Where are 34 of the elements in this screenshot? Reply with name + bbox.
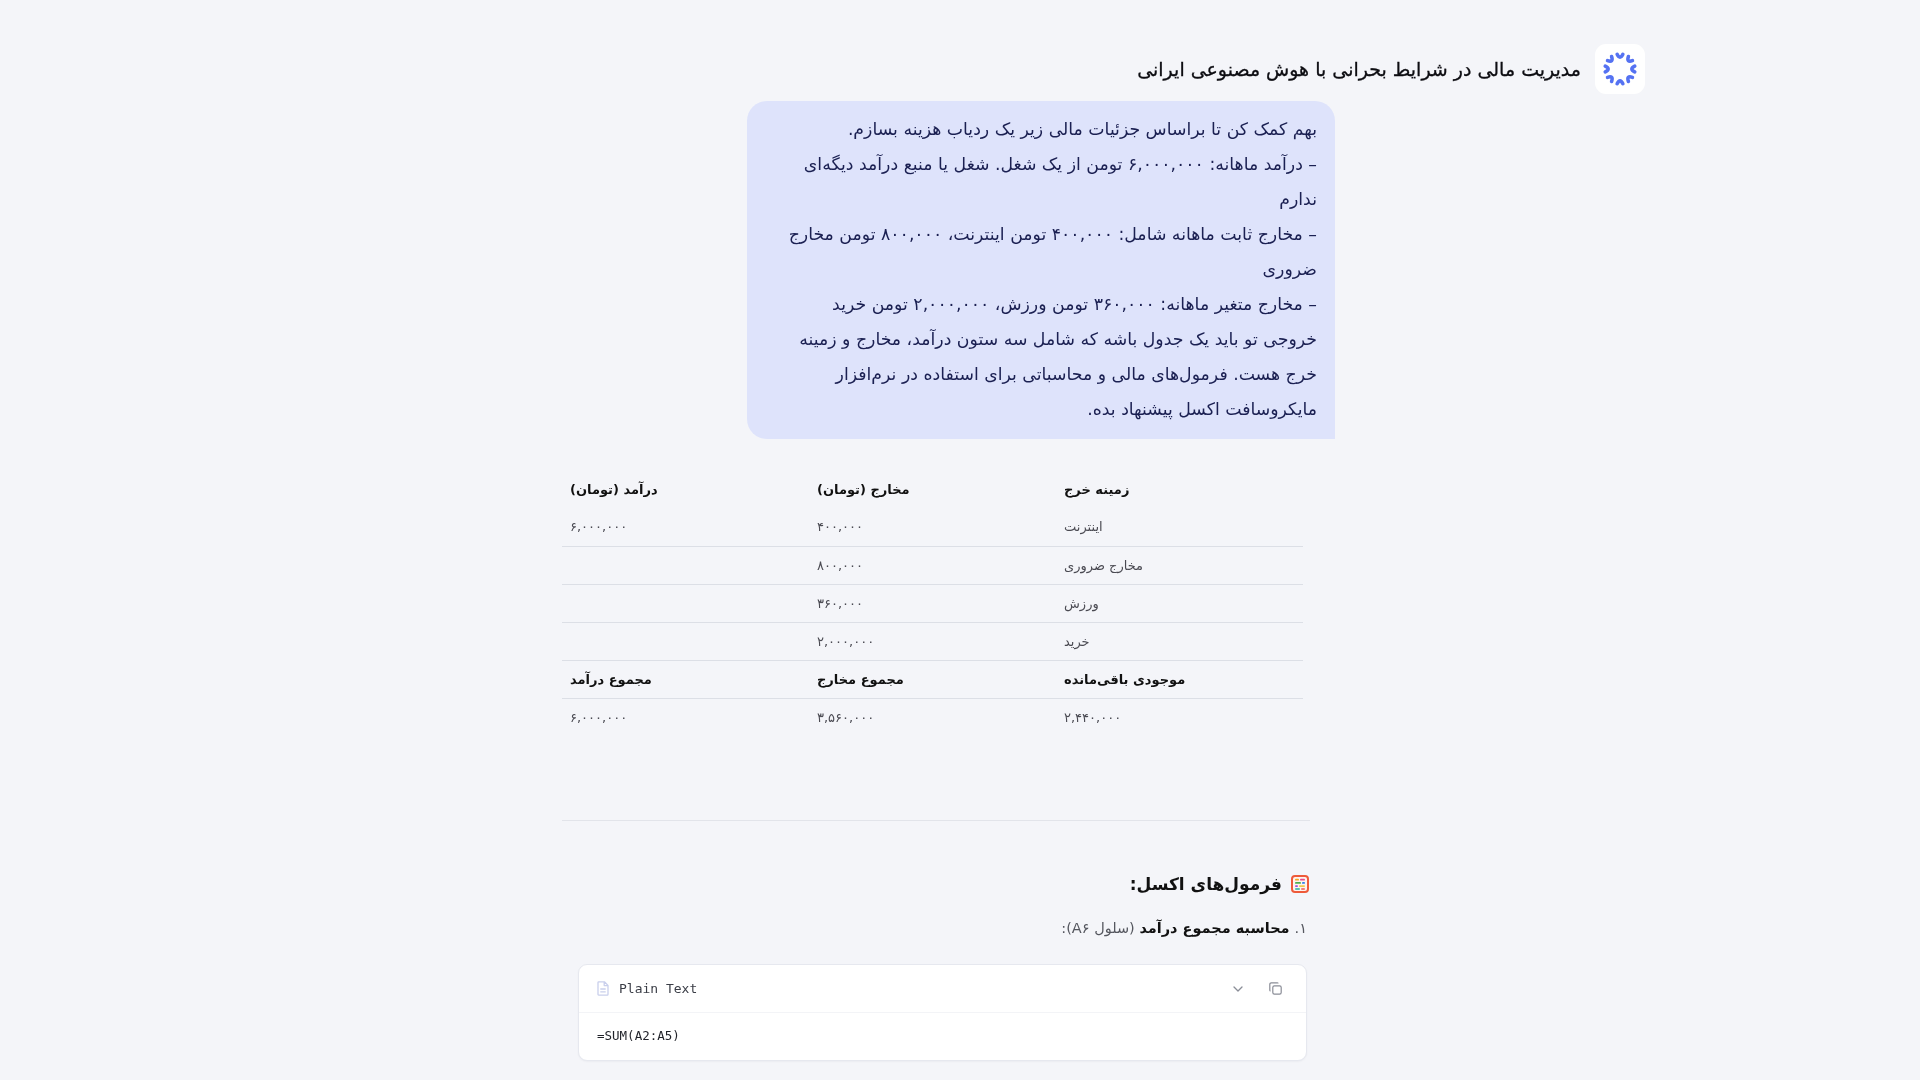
table-cell: ۳,۵۶۰,۰۰۰ xyxy=(809,698,1056,736)
column-header: درآمد (تومان) xyxy=(569,480,659,499)
table-cell: مجموع درآمد xyxy=(562,660,809,698)
message-paragraph: – مخارج متغیر ماهانه: ۳۶۰,۰۰۰ تومن ورزش، ۲,۰۰۰,۰۰۰ تومن خرید xyxy=(831,293,1317,317)
table-cell: مجموع مخارج xyxy=(809,660,1056,698)
code-text: =SUM(A2:A5) xyxy=(596,1027,681,1045)
table-cell: ۲,۴۴۰,۰۰۰ xyxy=(1056,698,1303,736)
logo-icon xyxy=(1595,44,1645,94)
table-cell: موجودی باقی‌مانده xyxy=(1056,660,1303,698)
message-paragraph: بهم کمک کن تا براساس جزئیات مالی زیر یک ردیاب هزینه بسازم. xyxy=(846,118,1317,142)
table-cell: ۳۶۰,۰۰۰ xyxy=(809,584,1056,622)
table-cell: ۶,۰۰۰,۰۰۰ xyxy=(562,698,809,736)
table-cell: اینترنت xyxy=(1056,508,1303,546)
section-heading: فرمول‌های اکسل: xyxy=(1129,873,1282,897)
table-cell: ۴۰۰,۰۰۰ xyxy=(809,508,1056,546)
table-cell: مخارج ضروری xyxy=(1056,546,1303,584)
message-paragraph: خروجی تو باید یک جدول باشه که شامل سه ستون درآمد، مخارج و زمینه خرج هست. فرمول‌های مالی و محاسباتی برای استفاده در نرم‌افزار مایکروسافت اکسل پیشنهاد بده. xyxy=(798,328,1317,422)
table-cell: ورزش xyxy=(1056,584,1303,622)
chat-title: مدیریت مالی در شرایط بحرانی با هوش مصنوعی ایرانی xyxy=(1137,57,1581,82)
list-item-text: محاسبه مجموع درآمد (سلول A۶): xyxy=(1061,918,1290,939)
table-cell: خرید xyxy=(1056,622,1303,660)
list-number: ۱. xyxy=(1294,919,1307,938)
abacus-icon xyxy=(1291,875,1309,893)
code-language-label: Plain Text xyxy=(619,981,698,996)
column-header: زمینه خرج xyxy=(1063,480,1131,500)
message-paragraph: – مخارج ثابت ماهانه شامل: ۴۰۰,۰۰۰ تومن اینترنت، ۸۰۰,۰۰۰ تومن مخارج ضروری xyxy=(787,223,1317,281)
column-header: مخارج (تومان) xyxy=(816,480,911,500)
table-cell: ۸۰۰,۰۰۰ xyxy=(809,546,1056,584)
chevron-down-icon[interactable] xyxy=(1233,985,1243,992)
document-icon xyxy=(597,981,609,996)
message-paragraph: – درآمد ماهانه: ۶,۰۰۰,۰۰۰ تومن از یک شغل. شغل یا منبع درآمد دیگه‌ای ندارم xyxy=(802,153,1317,211)
copy-icon[interactable] xyxy=(1269,982,1282,995)
table-cell: ۶,۰۰۰,۰۰۰ xyxy=(562,508,809,546)
table-cell: ۲,۰۰۰,۰۰۰ xyxy=(809,622,1056,660)
